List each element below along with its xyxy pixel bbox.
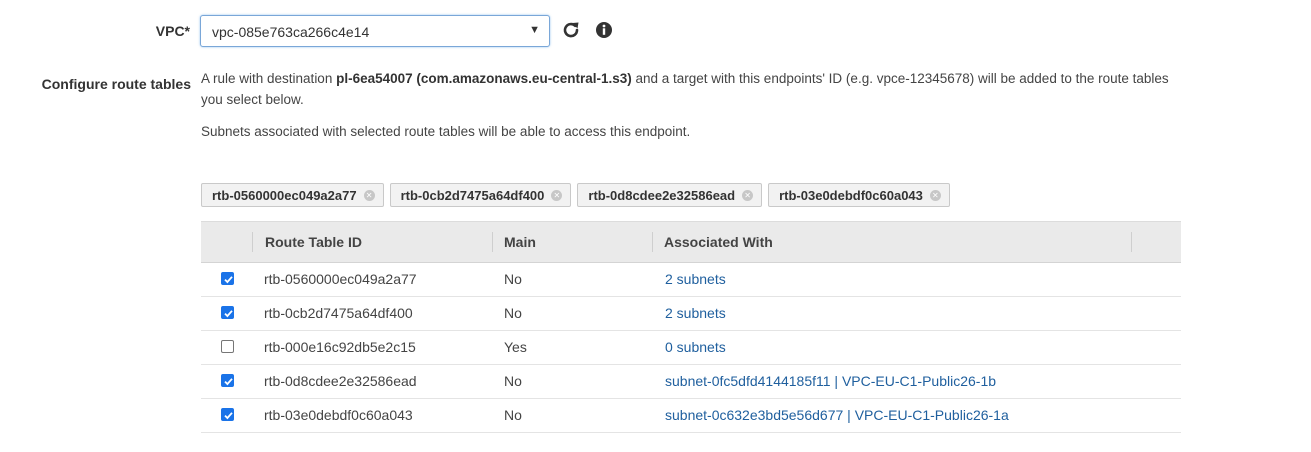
route-table-token: rtb-0cb2d7475a64df400 ✕ [389,183,572,207]
main-value: No [504,373,522,389]
configure-route-tables-label: Configure route tables [41,76,191,92]
row-checkbox[interactable] [221,374,234,387]
selected-route-table-tokens: rtb-0560000ec049a2a77 ✕ rtb-0cb2d7475a64… [201,183,950,207]
remove-token-icon[interactable]: ✕ [363,189,375,201]
checkmark-icon [224,276,233,284]
row-checkbox[interactable] [221,340,234,353]
vpc-select[interactable]: vpc-085e763ca266c4e14 ▼ [200,15,550,47]
route-table-token: rtb-0d8cdee2e32586ead ✕ [577,183,763,207]
row-checkbox[interactable] [221,306,234,319]
route-table-token: rtb-03e0debdf0c60a043 ✕ [768,183,950,207]
route-tables-grid: Route Table ID Main Associated With rtb-… [201,221,1181,433]
checkmark-icon [224,412,233,420]
route-table-id: rtb-0cb2d7475a64df400 [264,305,413,321]
description-text: A rule with destination [201,71,337,86]
main-value: Yes [504,339,527,355]
remove-token-icon[interactable]: ✕ [742,189,754,201]
associated-with-link[interactable]: subnet-0fc5dfd4144185f11 | VPC-EU-C1-Pub… [665,373,996,389]
route-table-id: rtb-03e0debdf0c60a043 [264,407,413,423]
row-checkbox[interactable] [221,272,234,285]
row-checkbox[interactable] [221,408,234,421]
route-table-token: rtb-0560000ec049a2a77 ✕ [201,183,384,207]
token-label: rtb-03e0debdf0c60a043 [779,187,923,203]
chevron-down-icon: ▼ [529,24,540,36]
info-icon[interactable] [594,20,614,40]
table-row[interactable]: rtb-0560000ec049a2a77 No 2 subnets [201,263,1181,297]
associated-with-link[interactable]: subnet-0c632e3bd5e56d677 | VPC-EU-C1-Pub… [665,407,1009,423]
column-header-main[interactable]: Main [504,234,536,250]
refresh-icon[interactable] [560,19,582,41]
route-table-id: rtb-0d8cdee2e32586ead [264,373,417,389]
route-table-id: rtb-000e16c92db5e2c15 [264,339,416,355]
route-rule-description: A rule with destination pl-6ea54007 (com… [201,68,1181,110]
column-divider [492,232,493,252]
table-row[interactable]: rtb-03e0debdf0c60a043 No subnet-0c632e3b… [201,399,1181,433]
table-row[interactable]: rtb-0cb2d7475a64df400 No 2 subnets [201,297,1181,331]
column-divider [652,232,653,252]
main-value: No [504,305,522,321]
route-table-id: rtb-0560000ec049a2a77 [264,271,417,287]
table-row[interactable]: rtb-000e16c92db5e2c15 Yes 0 subnets [201,331,1181,365]
associated-with-link[interactable]: 2 subnets [665,271,726,287]
column-header-associated-with[interactable]: Associated With [664,234,773,250]
table-row[interactable]: rtb-0d8cdee2e32586ead No subnet-0fc5dfd4… [201,365,1181,399]
associated-with-link[interactable]: 2 subnets [665,305,726,321]
vpc-select-value: vpc-085e763ca266c4e14 [212,24,370,40]
associated-with-link[interactable]: 0 subnets [665,339,726,355]
subnet-access-note: Subnets associated with selected route t… [201,124,691,139]
checkmark-icon [224,310,233,318]
main-value: No [504,407,522,423]
token-label: rtb-0d8cdee2e32586ead [588,187,736,203]
prefix-list-destination: pl-6ea54007 (com.amazonaws.eu-central-1.… [336,71,632,86]
main-value: No [504,271,522,287]
remove-token-icon[interactable]: ✕ [929,189,941,201]
token-label: rtb-0560000ec049a2a77 [212,187,357,203]
column-divider [1131,232,1132,252]
remove-token-icon[interactable]: ✕ [551,189,563,201]
vpc-label: VPC* [155,23,190,39]
column-header-route-table-id[interactable]: Route Table ID [265,234,362,250]
table-header: Route Table ID Main Associated With [201,221,1181,263]
token-label: rtb-0cb2d7475a64df400 [400,187,545,203]
column-divider [252,232,253,252]
checkmark-icon [224,378,233,386]
